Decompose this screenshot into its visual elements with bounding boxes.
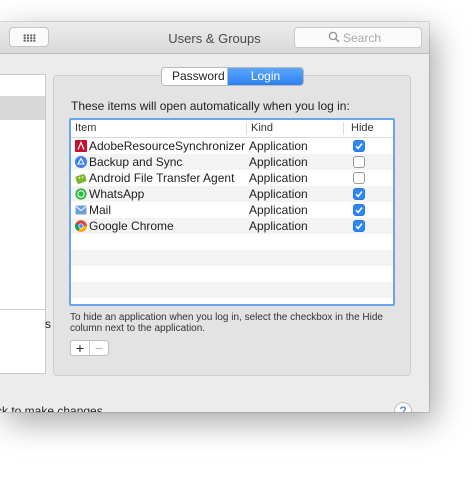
title-bar: Users & Groups bbox=[0, 22, 429, 54]
checkmark-icon bbox=[355, 143, 363, 150]
hide-checkbox[interactable] bbox=[353, 140, 365, 152]
hide-checkbox[interactable] bbox=[353, 156, 365, 168]
column-divider bbox=[343, 122, 344, 135]
table-row[interactable]: Android File Transfer Agent Application bbox=[71, 170, 393, 186]
hide-instructions: To hide an application when you log in, … bbox=[70, 312, 383, 334]
table-row[interactable]: WhatsApp Application bbox=[71, 186, 393, 202]
tab-bar: Password Login Items bbox=[161, 67, 304, 86]
table-header: Item Kind Hide bbox=[71, 120, 393, 138]
search-icon bbox=[328, 31, 340, 43]
adobe-icon bbox=[75, 140, 87, 152]
search-input[interactable] bbox=[343, 30, 413, 45]
item-kind: Application bbox=[249, 155, 308, 169]
help-button[interactable]: ? bbox=[394, 402, 412, 412]
login-items-table[interactable]: Item Kind Hide AdobeResourceSynchronizer… bbox=[69, 118, 395, 306]
column-header-kind[interactable]: Kind bbox=[251, 122, 273, 134]
google-drive-icon bbox=[75, 156, 87, 168]
item-name: Android File Transfer Agent bbox=[89, 171, 235, 185]
users-groups-window: Users & Groups s Password Login Items Th… bbox=[0, 22, 429, 412]
sidebar-selected-user[interactable] bbox=[0, 96, 45, 120]
table-row[interactable]: Backup and Sync Application bbox=[71, 154, 393, 170]
users-sidebar: s bbox=[0, 74, 51, 374]
tab-password[interactable]: Password bbox=[162, 68, 228, 85]
sidebar-divider bbox=[0, 309, 45, 310]
mail-icon bbox=[75, 205, 87, 215]
item-name: Backup and Sync bbox=[89, 155, 183, 169]
android-icon bbox=[75, 174, 87, 184]
item-name: AdobeResourceSynchronizer bbox=[89, 139, 246, 153]
remove-item-button[interactable]: − bbox=[89, 341, 108, 355]
table-row[interactable]: Google Chrome Application bbox=[71, 218, 393, 234]
table-row[interactable]: AdobeResourceSynchronizer Application bbox=[71, 138, 393, 154]
sidebar-item-label: s bbox=[45, 317, 51, 331]
empty-row bbox=[71, 250, 393, 266]
item-name: WhatsApp bbox=[89, 187, 145, 201]
item-kind: Application bbox=[249, 171, 308, 185]
chrome-icon bbox=[75, 220, 87, 232]
lock-message: ck to make changes. bbox=[0, 404, 107, 412]
empty-row bbox=[71, 234, 393, 250]
hide-checkbox[interactable] bbox=[353, 204, 365, 216]
item-name: Mail bbox=[89, 203, 112, 217]
hide-checkbox[interactable] bbox=[353, 220, 365, 232]
item-kind: Application bbox=[249, 139, 308, 153]
search-field[interactable] bbox=[294, 27, 422, 48]
hide-checkbox[interactable] bbox=[353, 188, 365, 200]
column-header-hide[interactable]: Hide bbox=[351, 122, 374, 134]
item-kind: Application bbox=[249, 187, 308, 201]
item-name: Google Chrome bbox=[89, 219, 174, 233]
empty-row bbox=[71, 266, 393, 282]
hide-checkbox[interactable] bbox=[353, 172, 365, 184]
column-header-item[interactable]: Item bbox=[75, 122, 96, 134]
checkmark-icon bbox=[355, 207, 363, 214]
item-kind: Application bbox=[249, 203, 308, 217]
add-item-button[interactable]: + bbox=[71, 341, 89, 355]
tab-login-items[interactable]: Login Items bbox=[228, 68, 303, 85]
checkmark-icon bbox=[355, 223, 363, 230]
login-items-intro: These items will open automatically when… bbox=[71, 99, 350, 113]
column-divider bbox=[246, 122, 247, 135]
checkmark-icon bbox=[355, 191, 363, 198]
whatsapp-icon bbox=[75, 188, 87, 200]
add-remove-control: + − bbox=[70, 340, 109, 356]
item-kind: Application bbox=[249, 219, 308, 233]
empty-row bbox=[71, 282, 393, 298]
table-row[interactable]: Mail Application bbox=[71, 202, 393, 218]
